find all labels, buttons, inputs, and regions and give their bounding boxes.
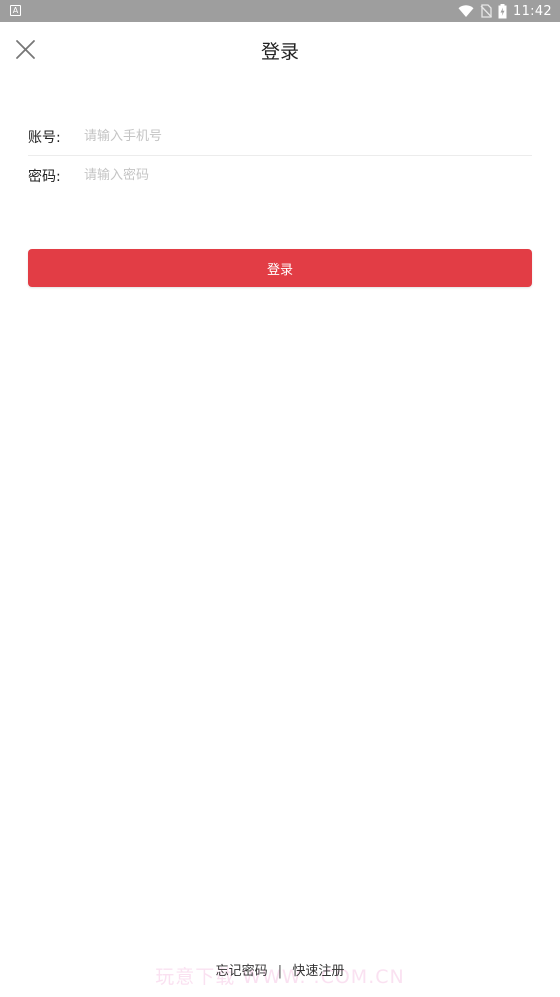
status-bar: A 11:42 — [0, 0, 560, 22]
app-notification-icon: A — [10, 5, 21, 16]
account-input[interactable] — [84, 123, 514, 149]
status-time: 11:42 — [513, 3, 552, 19]
account-label: 账号: — [28, 130, 61, 146]
account-row: 账号: — [28, 117, 532, 156]
forgot-password-link[interactable]: 忘记密码 — [216, 964, 268, 979]
footer-separator: | — [277, 964, 283, 979]
password-input[interactable] — [84, 162, 514, 188]
password-row: 密码: — [28, 156, 532, 194]
battery-charging-icon — [498, 3, 507, 18]
page-title: 登录 — [260, 41, 299, 63]
header: 登录 — [0, 22, 560, 78]
footer-links: 忘记密码 | 快速注册 — [0, 960, 560, 979]
password-label: 密码: — [28, 169, 61, 185]
wifi-icon — [458, 4, 474, 17]
status-icons: 11:42 — [452, 0, 552, 22]
login-button[interactable]: 登录 — [28, 249, 532, 287]
no-sim-icon — [480, 4, 493, 18]
quick-register-link[interactable]: 快速注册 — [292, 964, 344, 979]
